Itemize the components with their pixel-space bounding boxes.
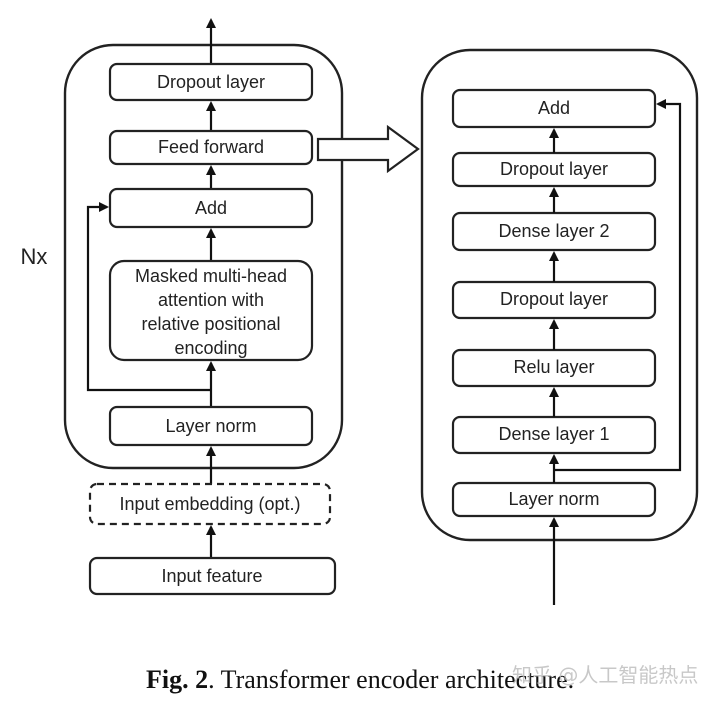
input-feature-label: Input feature — [161, 566, 262, 586]
dropout-layer-label: Dropout layer — [157, 72, 265, 92]
dense-layer-1-label: Dense layer 1 — [498, 424, 609, 444]
add-label: Add — [195, 198, 227, 218]
input-embedding-label: Input embedding (opt.) — [119, 494, 300, 514]
layer-norm-label: Layer norm — [165, 416, 256, 436]
dropout-layer-label: Dropout layer — [500, 289, 608, 309]
caption-label: Fig. 2 — [146, 665, 208, 694]
caption: Fig. 2. Transformer encoder architecture… — [146, 665, 574, 694]
attention-label-line: Masked multi-head — [135, 266, 287, 286]
relu-layer-label: Relu layer — [513, 357, 594, 377]
attention-label-line: attention with — [158, 290, 264, 310]
dropout-layer-label: Dropout layer — [500, 159, 608, 179]
encoder-block-outline — [63, 43, 344, 470]
attention-label-line: encoding — [174, 338, 247, 358]
expand-arrow — [316, 124, 420, 174]
layer-norm-label: Layer norm — [508, 489, 599, 509]
figure: Nx Dropout layer Feed forward Add Masked… — [0, 0, 720, 704]
dense-layer-2-label: Dense layer 2 — [498, 221, 609, 241]
add-label: Add — [538, 98, 570, 118]
feed-forward-label: Feed forward — [158, 137, 264, 157]
watermark: 知乎 @人工智能热点 — [512, 663, 698, 687]
attention-label-line: relative positional — [141, 314, 280, 334]
nx-label: Nx — [21, 244, 48, 269]
transformer-encoder-diagram: Nx Dropout layer Feed forward Add Masked… — [21, 18, 698, 694]
